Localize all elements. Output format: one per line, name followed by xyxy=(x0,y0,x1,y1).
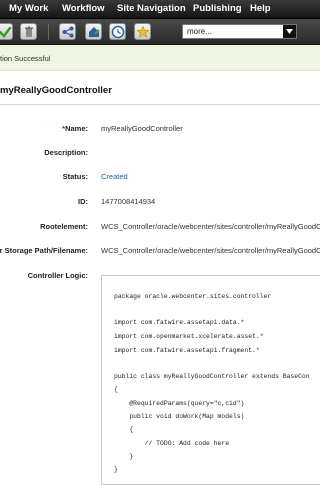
trash-icon xyxy=(25,26,33,37)
code-line: // TODO: Add code here xyxy=(114,440,230,447)
dropdown-value: more... xyxy=(187,27,212,36)
more-actions-dropdown[interactable]: more... xyxy=(182,24,297,39)
storage-path-label: r Storage Path/Filename: xyxy=(0,246,88,255)
menu-site-navigation[interactable]: Site Navigation xyxy=(117,3,186,14)
share-button[interactable] xyxy=(59,23,76,40)
status-message: tion Successful xyxy=(0,54,51,63)
check-icon xyxy=(0,26,12,38)
approve-button[interactable] xyxy=(0,23,13,40)
share-icon xyxy=(62,26,74,38)
chevron-down-icon xyxy=(286,29,293,34)
bookmark-icon xyxy=(89,27,100,37)
code-line: @RequiredParams(query="c,cid") xyxy=(114,400,245,407)
code-line: import com.fatwire.assetapi.data.* xyxy=(114,319,245,326)
name-label: *Name: xyxy=(62,124,88,133)
code-line: package oracle.webcenter.sites.controlle… xyxy=(114,293,272,300)
favorite-button[interactable] xyxy=(134,23,151,40)
code-line: { xyxy=(114,426,134,433)
status-label: Status: xyxy=(62,172,88,181)
history-button[interactable] xyxy=(109,23,126,40)
controller-logic-editor[interactable]: package oracle.webcenter.sites.controlle… xyxy=(101,275,320,485)
code-line: import com.fatwire.assetapi.fragment.* xyxy=(114,347,260,354)
id-label: ID: xyxy=(78,197,88,206)
rootelement-label: Rootelement: xyxy=(40,222,88,231)
controller-logic-label: Controller Logic: xyxy=(27,271,88,280)
menu-publishing[interactable]: Publishing xyxy=(193,3,242,14)
storage-path-value: WCS_Controller/oracle/webcenter/sites/co… xyxy=(101,246,320,255)
main-menubar: My Work Workflow Site Navigation Publish… xyxy=(0,0,320,19)
menu-my-work[interactable]: My Work xyxy=(9,3,48,14)
description-label: Description: xyxy=(44,148,88,157)
name-label-text: Name: xyxy=(65,124,88,133)
code-line: } xyxy=(114,466,118,473)
dropdown-arrow[interactable] xyxy=(283,25,296,38)
toolbar-divider xyxy=(48,24,49,40)
delete-button[interactable] xyxy=(20,23,37,40)
menu-help[interactable]: Help xyxy=(250,3,271,14)
code-line: { xyxy=(114,386,118,393)
asset-title-row: myReallyGoodController xyxy=(0,78,320,105)
status-value-link[interactable]: Created xyxy=(101,172,128,181)
bookmark-button[interactable] xyxy=(85,23,102,40)
menu-workflow[interactable]: Workflow xyxy=(62,3,105,14)
toolbar: more... xyxy=(0,19,320,45)
rootelement-value: WCS_Controller/oracle/webcenter/sites/co… xyxy=(101,222,320,231)
star-icon xyxy=(136,25,150,38)
page-title: myReallyGoodController xyxy=(0,85,112,96)
status-message-bar: tion Successful xyxy=(0,45,320,71)
id-value: 1477008414934 xyxy=(101,197,156,206)
code-line: public void doWork(Map models) xyxy=(114,413,245,420)
code-line: } xyxy=(114,453,134,460)
code-line: import com.openmarket.xcelerate.asset.* xyxy=(114,333,264,340)
code-line: public class myReallyGoodController exte… xyxy=(114,373,310,380)
history-icon xyxy=(111,25,125,39)
name-value: myReallyGoodController xyxy=(101,124,183,133)
